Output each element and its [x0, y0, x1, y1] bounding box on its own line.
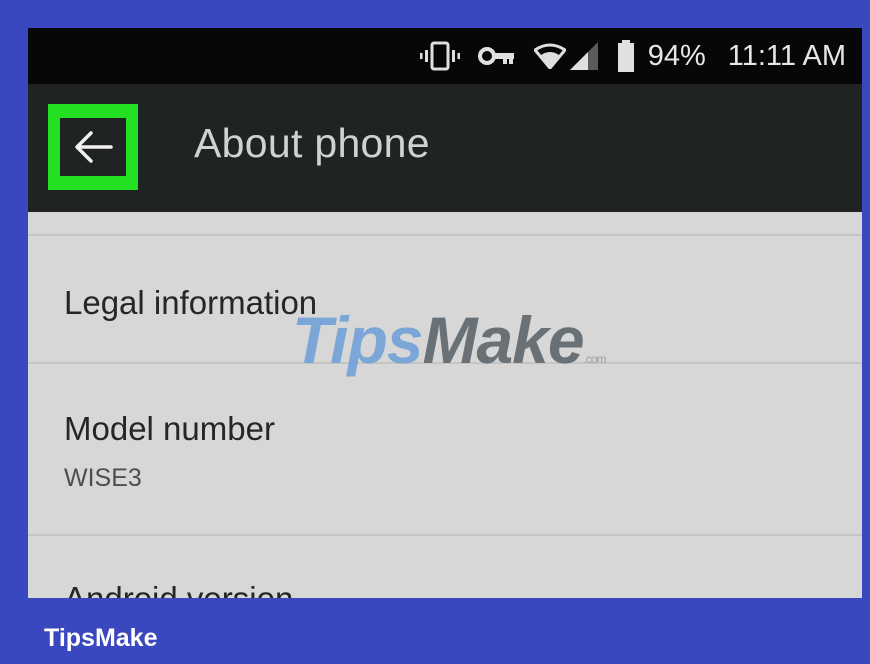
- list-item-subtitle: WISE3: [64, 464, 142, 492]
- back-button-inner[interactable]: [60, 118, 126, 176]
- list-item-model-number[interactable]: Model number WISE3: [28, 364, 862, 534]
- list-item-title: Model number: [64, 410, 275, 447]
- battery-icon: [617, 40, 634, 72]
- phone-screen: 94% 11:11 AM About phone Legal informati…: [28, 28, 862, 598]
- status-bar: 94% 11:11 AM: [28, 28, 862, 84]
- signal-icon: [569, 42, 598, 70]
- arrow-left-icon: [73, 130, 113, 164]
- list-item-title: Android version: [64, 580, 293, 598]
- page-title: About phone: [194, 120, 430, 166]
- clock: 11:11 AM: [727, 39, 846, 72]
- brand-label: TipsMake: [44, 624, 158, 652]
- vpn-key-icon: [477, 45, 514, 67]
- list-item-title: Legal information: [64, 284, 318, 321]
- back-button[interactable]: [48, 104, 138, 190]
- battery-percentage: 94%: [647, 39, 706, 72]
- app-bar: About phone: [28, 84, 862, 212]
- list-item-android-version[interactable]: Android version: [28, 536, 862, 598]
- vibrate-icon: [419, 41, 460, 71]
- list-item-legal-information[interactable]: Legal information: [28, 236, 862, 362]
- wifi-icon: [533, 43, 566, 69]
